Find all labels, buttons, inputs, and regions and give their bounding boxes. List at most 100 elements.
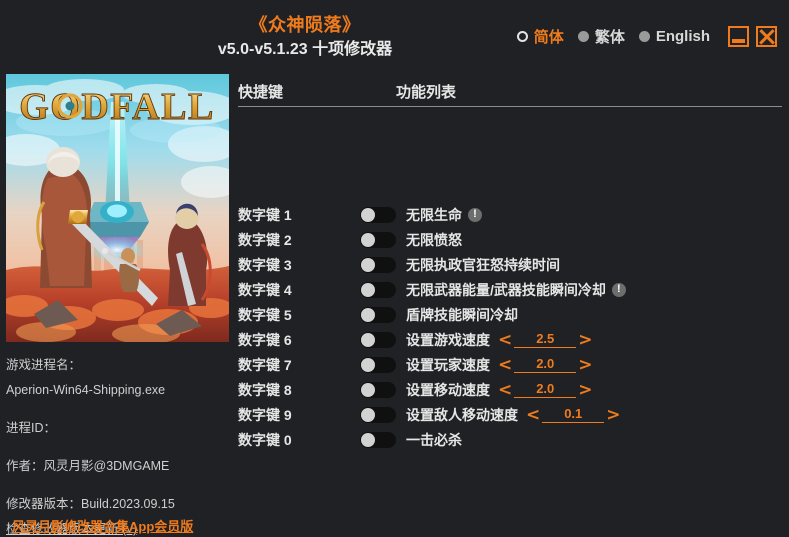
window-header: 《众神陨落》 v5.0-v5.1.23 十项修改器 简体 繁体 English xyxy=(0,0,789,70)
hotkey-label: 数字键 7 xyxy=(238,356,292,373)
value-stepper: <2.0 > xyxy=(498,356,593,373)
stepper-value[interactable]: 0.1 xyxy=(542,406,605,423)
function-cell: 一击必杀 xyxy=(406,430,462,450)
trainer-version-title: v5.0-v5.1.23 十项修改器 xyxy=(217,41,393,58)
function-label: 设置游戏速度 xyxy=(406,331,490,348)
trainer-window: 《众神陨落》 v5.0-v5.1.23 十项修改器 简体 繁体 English xyxy=(0,0,789,537)
hotkey-label: 数字键 6 xyxy=(238,331,292,348)
chevron-right-icon[interactable]: > xyxy=(578,331,592,348)
language-option-traditional[interactable]: 繁体 xyxy=(577,26,625,47)
left-panel: GODFALL 游戏进程名： Aperion-Win64-Shipping.ex… xyxy=(6,74,229,536)
function-cell: 设置游戏速度 <2.5 > xyxy=(406,330,593,350)
cover-illustration: GODFALL xyxy=(6,74,229,342)
chevron-left-icon[interactable]: < xyxy=(498,331,512,348)
language-option-simplified[interactable]: 简体 xyxy=(516,26,564,47)
warning-icon[interactable]: ! xyxy=(468,207,482,222)
stepper-value[interactable]: 2.0 xyxy=(514,381,577,398)
minimize-icon[interactable] xyxy=(728,26,749,47)
language-selector: 简体 繁体 English xyxy=(516,26,777,47)
table-row: 数字键 3 无限执政官狂怒持续时间 xyxy=(238,252,782,277)
stepper-value[interactable]: 2.5 xyxy=(514,331,577,348)
hotkey-label: 数字键 1 xyxy=(238,206,292,223)
game-cover-art: GODFALL xyxy=(6,74,229,342)
chevron-left-icon[interactable]: < xyxy=(498,381,512,398)
function-label: 盾牌技能瞬间冷却 xyxy=(406,306,518,323)
chevron-right-icon[interactable]: > xyxy=(578,381,592,398)
function-cell: 无限生命! xyxy=(406,205,482,225)
title-block: 《众神陨落》 v5.0-v5.1.23 十项修改器 xyxy=(155,13,455,62)
radio-selected-icon xyxy=(516,31,528,42)
cheat-toggle[interactable] xyxy=(360,356,396,373)
hotkey-label: 数字键 5 xyxy=(238,306,292,323)
svg-text:GODFALL: GODFALL xyxy=(19,86,215,128)
cheat-toggle[interactable] xyxy=(360,306,396,323)
table-row: 数字键 1 无限生命! xyxy=(238,202,782,227)
toggle-knob xyxy=(361,432,375,447)
author-line: 作者：风灵月影@3DMGAME xyxy=(6,459,170,473)
process-name-label: 游戏进程名： xyxy=(6,358,82,372)
function-label: 无限执政官狂怒持续时间 xyxy=(406,256,560,273)
toggle-knob xyxy=(361,382,375,397)
hotkey-label: 数字键 8 xyxy=(238,381,292,398)
cheat-toggle[interactable] xyxy=(360,256,396,273)
value-stepper: <2.5 > xyxy=(498,331,593,348)
hotkey-label: 数字键 4 xyxy=(238,281,292,298)
function-label: 无限武器能量/武器技能瞬间冷却 xyxy=(406,281,606,298)
function-label: 无限愤怒 xyxy=(406,231,462,248)
value-stepper: <2.0 > xyxy=(498,381,593,398)
hotkey-label: 数字键 9 xyxy=(238,406,292,423)
function-label: 设置移动速度 xyxy=(406,381,490,398)
cheat-toggle[interactable] xyxy=(360,206,396,223)
hotkey-label: 数字键 2 xyxy=(238,231,292,248)
chevron-right-icon[interactable]: > xyxy=(606,406,620,423)
radio-unselected-icon xyxy=(638,31,650,42)
game-title: 《众神陨落》 xyxy=(249,15,361,35)
function-cell: 设置移动速度 <2.0 > xyxy=(406,380,593,400)
toggle-knob xyxy=(361,232,375,247)
language-label: 繁体 xyxy=(594,29,625,46)
toggle-knob xyxy=(361,207,375,222)
function-label: 无限生命 xyxy=(406,206,462,223)
toggle-knob xyxy=(361,257,375,272)
table-row: 数字键 7 设置玩家速度 <2.0 > xyxy=(238,352,782,377)
process-name-value: Aperion-Win64-Shipping.exe xyxy=(6,383,166,397)
stepper-value[interactable]: 2.0 xyxy=(514,356,577,373)
toggle-knob xyxy=(361,357,375,372)
language-label: English xyxy=(655,28,710,45)
cheat-rows: 数字键 1 无限生命! 数字键 2 无限愤怒数字键 3 无限执政官狂怒持续时间数字键 4… xyxy=(238,202,782,452)
hotkey-label: 数字键 0 xyxy=(238,431,292,448)
hotkey-label: 数字键 3 xyxy=(238,256,292,273)
cheat-toggle[interactable] xyxy=(360,231,396,248)
cheat-toggle[interactable] xyxy=(360,381,396,398)
trainer-build-version: 修改器版本：Build.2023.09.15 xyxy=(6,497,175,511)
close-icon[interactable] xyxy=(756,26,777,47)
chevron-right-icon[interactable]: > xyxy=(578,356,592,373)
table-row: 数字键 2 无限愤怒 xyxy=(238,227,782,252)
radio-unselected-icon xyxy=(577,31,589,42)
table-row: 数字键 0 一击必杀 xyxy=(238,427,782,452)
warning-icon[interactable]: ! xyxy=(611,282,626,297)
function-cell: 无限执政官狂怒持续时间 xyxy=(406,255,560,275)
app-membership-link[interactable]: 风灵月影修改器合集App会员版 xyxy=(12,516,193,535)
language-label: 简体 xyxy=(533,29,564,46)
cheat-toggle[interactable] xyxy=(360,406,396,423)
language-option-english[interactable]: English xyxy=(638,28,710,45)
cheat-toggle[interactable] xyxy=(360,431,396,448)
cheat-toggle[interactable] xyxy=(360,281,396,298)
cheat-toggle[interactable] xyxy=(360,331,396,348)
table-row: 数字键 9 设置敌人移动速度 <0.1 > xyxy=(238,402,782,427)
chevron-left-icon[interactable]: < xyxy=(526,406,540,423)
column-header-hotkey: 快捷键 xyxy=(238,84,284,101)
table-header-row: 快捷键 功能列表 xyxy=(238,78,782,107)
window-controls xyxy=(728,26,777,47)
function-cell: 设置玩家速度 <2.0 > xyxy=(406,355,593,375)
chevron-left-icon[interactable]: < xyxy=(498,356,512,373)
table-row: 数字键 5 盾牌技能瞬间冷却 xyxy=(238,302,782,327)
table-row: 数字键 6 设置游戏速度 <2.5 > xyxy=(238,327,782,352)
table-row: 数字键 4 无限武器能量/武器技能瞬间冷却! xyxy=(238,277,782,302)
function-cell: 设置敌人移动速度 <0.1 > xyxy=(406,405,621,425)
function-label: 一击必杀 xyxy=(406,431,462,448)
process-id-label: 进程ID： xyxy=(6,421,57,435)
